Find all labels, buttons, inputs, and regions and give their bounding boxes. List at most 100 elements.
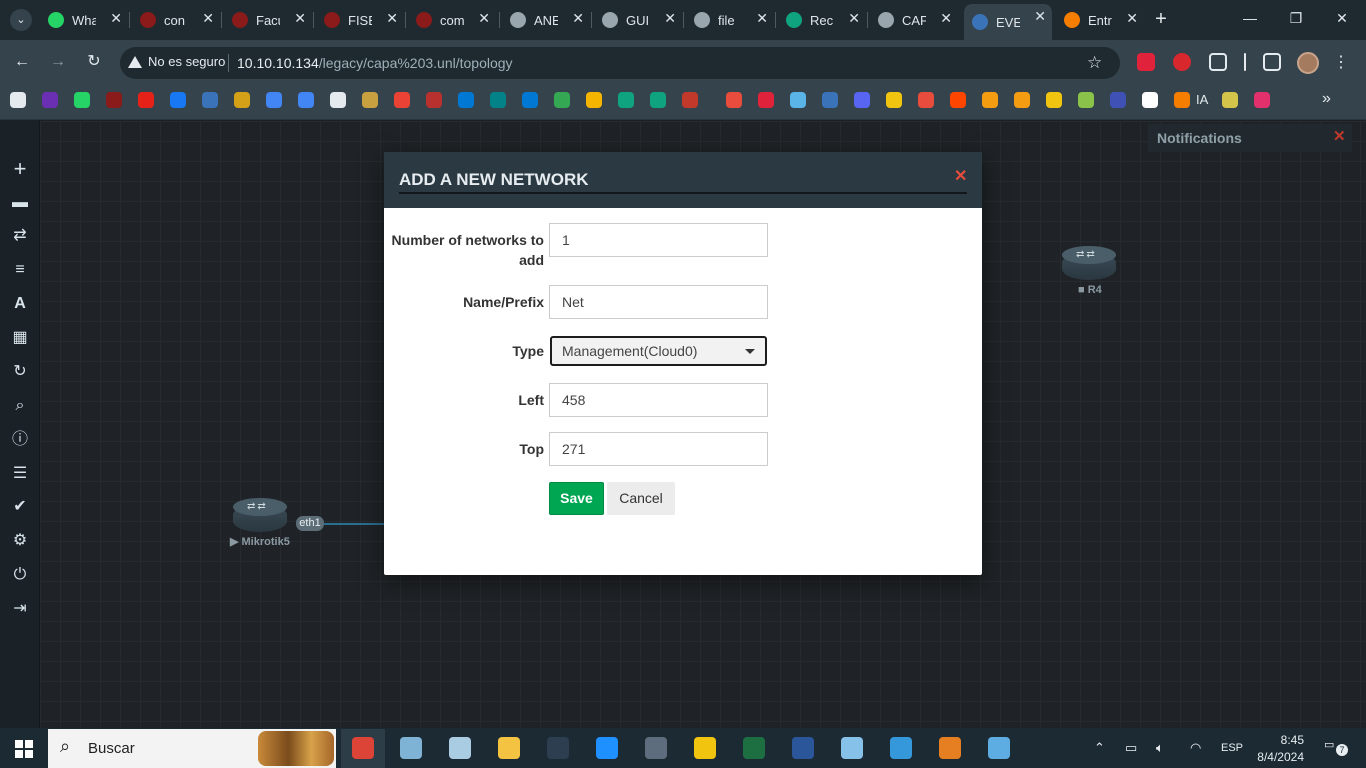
chrome-icon[interactable] <box>352 737 374 759</box>
tab-close-icon[interactable]: ✕ <box>756 10 768 27</box>
bookmark-favicon-icon[interactable] <box>330 92 346 108</box>
bookmark-favicon-icon[interactable] <box>138 92 154 108</box>
bookmark-favicon-icon[interactable] <box>266 92 282 108</box>
tab-6[interactable]: GUI ✕ <box>594 6 682 34</box>
tab-11[interactable]: Entr ✕ <box>1056 6 1144 34</box>
bookmark-favicon-icon[interactable] <box>822 92 838 108</box>
bookmark-favicon-icon[interactable] <box>726 92 742 108</box>
profile-avatar[interactable] <box>1297 52 1319 74</box>
tab-close-icon[interactable]: ✕ <box>572 10 584 27</box>
bookmark-favicon-icon[interactable] <box>1142 92 1158 108</box>
extension-icon[interactable] <box>1137 53 1155 71</box>
bookmark-favicon-icon[interactable] <box>1078 92 1094 108</box>
bookmark-favicon-icon[interactable] <box>10 92 26 108</box>
bookmark-favicon-icon[interactable] <box>42 92 58 108</box>
bookmark-favicon-icon[interactable] <box>106 92 122 108</box>
language-indicator[interactable]: ESP <box>1221 742 1243 754</box>
grid-icon[interactable]: ▦ <box>10 328 30 348</box>
logout-icon[interactable]: ⇥ <box>10 599 30 619</box>
bookmark-favicon-icon[interactable] <box>854 92 870 108</box>
startup-configs-icon[interactable]: ≡ <box>10 260 30 280</box>
bookmark-favicon-icon[interactable] <box>1254 92 1270 108</box>
notification-center-icon[interactable]: ▭ 7 <box>1324 738 1348 758</box>
back-icon[interactable]: ← <box>12 52 32 72</box>
terminal-icon[interactable] <box>547 737 569 759</box>
bookmark-favicon-icon[interactable] <box>1046 92 1062 108</box>
tab-close-icon[interactable]: ✕ <box>664 10 676 27</box>
bookmark-favicon-icon[interactable] <box>886 92 902 108</box>
tab-9[interactable]: CAP ✕ <box>870 6 958 34</box>
tab-close-icon[interactable]: ✕ <box>202 10 214 27</box>
tab-8[interactable]: Rec ✕ <box>778 6 866 34</box>
app-icon[interactable] <box>988 737 1010 759</box>
more-bookmarks-icon[interactable]: » <box>1322 90 1331 108</box>
excel-icon[interactable] <box>743 737 765 759</box>
bookmark-favicon-icon[interactable] <box>918 92 934 108</box>
bookmark-favicon-icon[interactable] <box>1174 92 1190 108</box>
check-icon[interactable]: ✔ <box>10 497 30 517</box>
url-text[interactable]: 10.10.10.134/legacy/capa%203.unl/topolog… <box>237 55 513 71</box>
tray-chevron-icon[interactable]: ⌃ <box>1094 740 1105 756</box>
router-node-r4[interactable]: ⇄⇄ <box>1062 246 1116 280</box>
tab-3[interactable]: FISE ✕ <box>316 6 404 34</box>
refresh-icon[interactable]: ↻ <box>10 362 30 382</box>
bookmark-favicon-icon[interactable] <box>490 92 506 108</box>
browser-menu-icon[interactable]: ⋮ <box>1333 52 1349 72</box>
name-prefix-input[interactable]: Net <box>549 285 768 319</box>
tab-7[interactable]: file ✕ <box>686 6 774 34</box>
window-close-icon[interactable]: ✕ <box>1332 10 1352 27</box>
virtualbox-icon[interactable] <box>596 737 618 759</box>
minimize-icon[interactable]: — <box>1240 10 1260 26</box>
cancel-button[interactable]: Cancel <box>607 482 675 515</box>
wifi-icon[interactable]: ◠ <box>1190 740 1201 756</box>
forward-icon[interactable]: → <box>48 52 68 72</box>
bookmark-favicon-icon[interactable] <box>298 92 314 108</box>
bookmark-favicon-icon[interactable] <box>1014 92 1030 108</box>
list-icon[interactable]: ☰ <box>10 464 30 484</box>
router-node-mikrotik5[interactable]: ⇄⇄ <box>233 498 287 532</box>
bookmark-favicon-icon[interactable] <box>554 92 570 108</box>
bookmark-favicon-icon[interactable] <box>74 92 90 108</box>
bookmark-favicon-icon[interactable] <box>790 92 806 108</box>
restore-icon[interactable]: ❐ <box>1286 10 1306 27</box>
top-position-input[interactable]: 271 <box>549 432 768 466</box>
paint-icon[interactable] <box>400 737 422 759</box>
bookmark-label-ia[interactable]: IA <box>1196 92 1208 107</box>
settings-gear-icon[interactable]: ⚙ <box>10 531 30 551</box>
left-position-input[interactable]: 458 <box>549 383 768 417</box>
tab-close-icon[interactable]: ✕ <box>478 10 490 27</box>
tab-close-icon[interactable]: ✕ <box>848 10 860 27</box>
tab-0[interactable]: Wha ✕ <box>40 6 128 34</box>
notes-icon[interactable] <box>841 737 863 759</box>
tab-close-icon[interactable]: ✕ <box>386 10 398 27</box>
word-icon[interactable] <box>792 737 814 759</box>
bookmark-favicon-icon[interactable] <box>394 92 410 108</box>
tab-1[interactable]: con ✕ <box>132 6 220 34</box>
bookmark-favicon-icon[interactable] <box>1110 92 1126 108</box>
nodes-icon[interactable]: ▬ <box>10 193 30 213</box>
bookmark-favicon-icon[interactable] <box>426 92 442 108</box>
remote-desktop-icon[interactable] <box>890 737 912 759</box>
tab-close-icon[interactable]: ✕ <box>1126 10 1138 27</box>
bookmark-favicon-icon[interactable] <box>950 92 966 108</box>
bookmark-favicon-icon[interactable] <box>458 92 474 108</box>
tab-close-icon[interactable]: ✕ <box>294 10 306 27</box>
bookmark-star-icon[interactable]: ☆ <box>1087 53 1102 73</box>
bookmark-favicon-icon[interactable] <box>202 92 218 108</box>
network-count-input[interactable]: 1 <box>549 223 768 257</box>
dialog-close-icon[interactable]: ✕ <box>954 166 967 186</box>
side-panel-icon[interactable] <box>1263 53 1281 71</box>
bookmark-favicon-icon[interactable] <box>586 92 602 108</box>
extensions-puzzle-icon[interactable] <box>1209 53 1227 71</box>
interface-label[interactable]: eth1 <box>296 516 324 531</box>
bookmark-favicon-icon[interactable] <box>758 92 774 108</box>
tab-close-icon[interactable]: ✕ <box>1034 8 1046 25</box>
tab-2[interactable]: Facu ✕ <box>224 6 312 34</box>
bookmark-favicon-icon[interactable] <box>650 92 666 108</box>
extension-icon[interactable] <box>1173 53 1191 71</box>
bookmark-favicon-icon[interactable] <box>234 92 250 108</box>
bookmark-favicon-icon[interactable] <box>618 92 634 108</box>
node-label-r4[interactable]: ■ R4 <box>1078 284 1102 296</box>
zoom-icon[interactable]: ⌕ <box>10 396 30 416</box>
matlab-icon[interactable] <box>939 737 961 759</box>
